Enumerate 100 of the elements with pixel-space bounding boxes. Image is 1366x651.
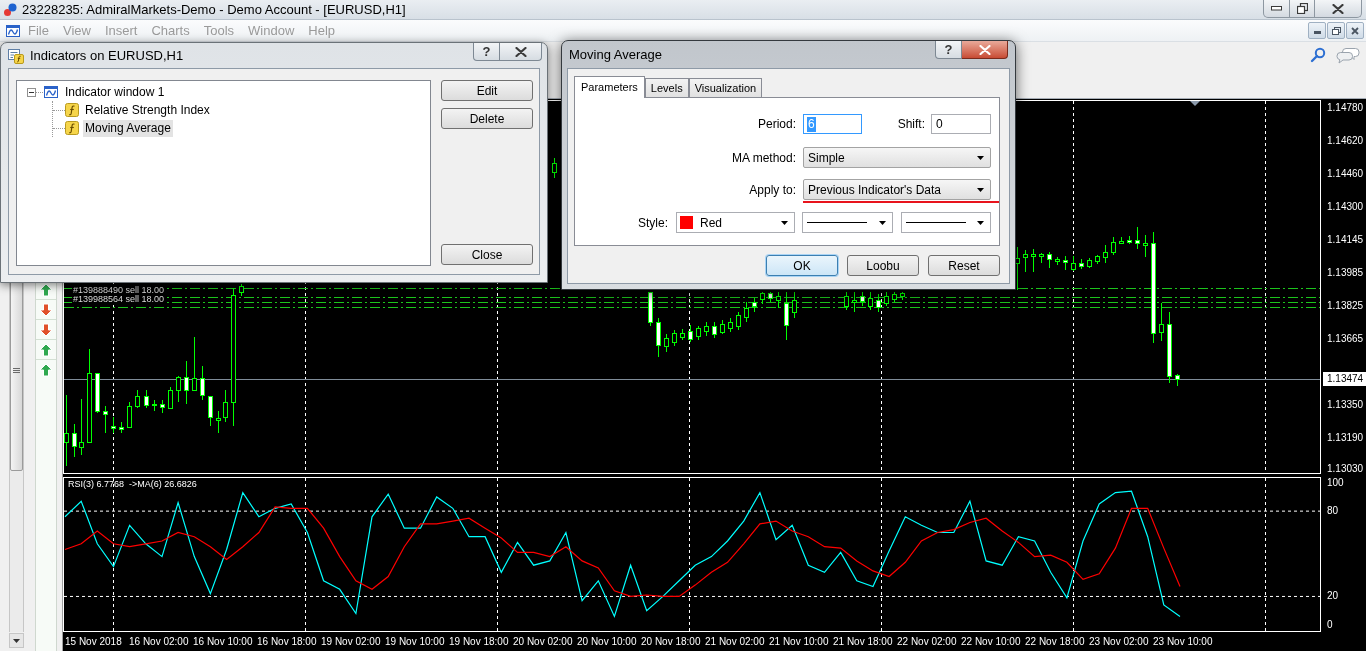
function-icon <box>65 121 79 135</box>
restore-button[interactable] <box>1290 0 1315 18</box>
time-axis-label: 20 Nov 18:00 <box>641 635 702 649</box>
restore-icon <box>1331 26 1341 35</box>
time-axis-label: 21 Nov 18:00 <box>833 635 894 649</box>
caret-icon <box>879 220 886 225</box>
tab[interactable]: Visualization <box>688 78 763 97</box>
price-axis-label: 1.13825 <box>1327 300 1364 312</box>
function-icon <box>65 103 79 117</box>
axis-label: 0 <box>1327 618 1333 631</box>
dropdown[interactable] <box>901 212 991 233</box>
close-icon <box>978 44 991 55</box>
dropdown[interactable]: Simple <box>803 147 991 168</box>
time-axis-label: 16 Nov 18:00 <box>257 635 318 649</box>
tab[interactable]: Parameters <box>574 76 645 98</box>
minimize-icon <box>1271 6 1282 11</box>
up-arrow-icon <box>39 362 53 377</box>
logo-icon <box>3 3 17 17</box>
price-axis-label: 1.13190 <box>1327 432 1364 444</box>
axis-label: 20 <box>1327 590 1339 603</box>
time-axis-label: 21 Nov 10:00 <box>769 635 830 649</box>
axis-label: 100 <box>1327 476 1344 489</box>
time-axis-label: 16 Nov 02:00 <box>129 635 190 649</box>
text-field[interactable]: 0 <box>931 114 991 134</box>
dialog-button[interactable]: Close <box>441 244 533 265</box>
search-icon[interactable] <box>1310 47 1326 63</box>
caret-icon <box>977 155 984 160</box>
close-button[interactable] <box>500 43 542 61</box>
dialog-title: Moving Average <box>569 47 662 63</box>
price-axis-label: 1.14460 <box>1327 168 1364 180</box>
order-label: #139988564 sell 18.00 <box>72 295 166 304</box>
time-axis-label: 22 Nov 02:00 <box>897 635 958 649</box>
grip-icon <box>13 368 20 374</box>
dialog-button[interactable]: Reset <box>928 255 1000 276</box>
shift-marker-icon[interactable] <box>1190 101 1200 106</box>
price-axis-label: 1.13350 <box>1327 399 1364 411</box>
field-label: Period: <box>756 116 797 133</box>
axis-label: 80 <box>1327 505 1339 518</box>
time-axis-label: 19 Nov 02:00 <box>321 635 382 649</box>
price-axis-label: 1.13030 <box>1327 463 1364 475</box>
dropdown[interactable]: Previous Indicator's Data <box>803 179 991 200</box>
time-axis-label: 19 Nov 10:00 <box>385 635 446 649</box>
up-arrow-icon <box>39 342 53 357</box>
minimize-icon <box>1313 31 1321 34</box>
dropdown[interactable] <box>802 212 893 233</box>
price-axis-label: 1.14620 <box>1327 135 1364 147</box>
restore-icon <box>1296 3 1308 14</box>
help-button[interactable]: ? <box>935 41 962 59</box>
chart-window-icon[interactable] <box>5 22 21 39</box>
price-axis-label: 1.13985 <box>1327 267 1364 279</box>
price-axis-label: 1.14780 <box>1327 102 1364 114</box>
caret-icon <box>977 187 984 192</box>
restore-button[interactable] <box>1327 22 1345 39</box>
caret-icon <box>781 220 788 225</box>
chart-window-icon <box>43 84 59 100</box>
dropdown[interactable]: Red <box>676 212 795 233</box>
help-button[interactable]: ? <box>473 43 500 61</box>
tab[interactable]: Levels <box>644 78 689 97</box>
tree-item[interactable]: Relative Strength Index <box>83 101 212 119</box>
dialog-button[interactable]: Loobu <box>847 255 919 276</box>
current-price-label: 1.13474 <box>1323 372 1366 386</box>
close-button[interactable] <box>1315 0 1362 18</box>
time-axis-label: 15 Nov 2018 <box>65 635 123 649</box>
indicator-list-icon <box>8 48 24 64</box>
close-icon <box>514 46 527 57</box>
dialog-button[interactable]: OK <box>766 255 838 276</box>
window-title: 23228235: AdmiralMarkets-Demo - Demo Account - [EURUSD,H1] <box>22 1 406 19</box>
caret-icon <box>977 220 984 225</box>
time-axis-label: 23 Nov 10:00 <box>1153 635 1214 649</box>
dialog-button[interactable]: Edit <box>441 80 533 101</box>
time-axis-label: 23 Nov 02:00 <box>1089 635 1150 649</box>
scroll-down-button[interactable] <box>9 633 24 648</box>
minimize-button[interactable] <box>1308 22 1326 39</box>
minimize-button[interactable] <box>1263 0 1290 18</box>
time-axis-label: 20 Nov 10:00 <box>577 635 638 649</box>
tree-item[interactable]: Indicator window 1 <box>63 83 167 101</box>
chat-icon[interactable] <box>1336 47 1360 64</box>
close-button[interactable] <box>962 41 1008 59</box>
price-axis-label: 1.14300 <box>1327 201 1364 213</box>
collapse-icon[interactable] <box>27 87 36 97</box>
time-axis-label: 21 Nov 02:00 <box>705 635 766 649</box>
time-axis-label: 16 Nov 10:00 <box>193 635 254 649</box>
tree-item[interactable]: Moving Average <box>83 119 173 137</box>
time-axis-label: 19 Nov 18:00 <box>449 635 510 649</box>
order-label: #139888490 sell 18.00 <box>72 286 166 295</box>
field-label: MA method: <box>730 149 797 167</box>
field-label: Shift: <box>896 116 926 133</box>
down-arrow-icon <box>39 302 53 317</box>
dialog-title: Indicators on EURUSD,H1 <box>30 48 184 64</box>
price-axis-label: 1.14145 <box>1327 234 1364 246</box>
close-button[interactable] <box>1346 22 1364 39</box>
field-label: Style: <box>637 214 669 232</box>
indicator-legend: RSI(3) 6.7768 ->MA(6) 26.6826 <box>68 479 197 490</box>
price-axis-label: 1.13665 <box>1327 333 1364 345</box>
close-icon <box>1351 26 1359 35</box>
line-sample-icon <box>906 222 966 223</box>
dialog-button[interactable]: Delete <box>441 108 533 129</box>
line-sample-icon <box>807 222 867 223</box>
down-arrow-icon <box>39 322 53 337</box>
time-axis-label: 22 Nov 18:00 <box>1025 635 1086 649</box>
